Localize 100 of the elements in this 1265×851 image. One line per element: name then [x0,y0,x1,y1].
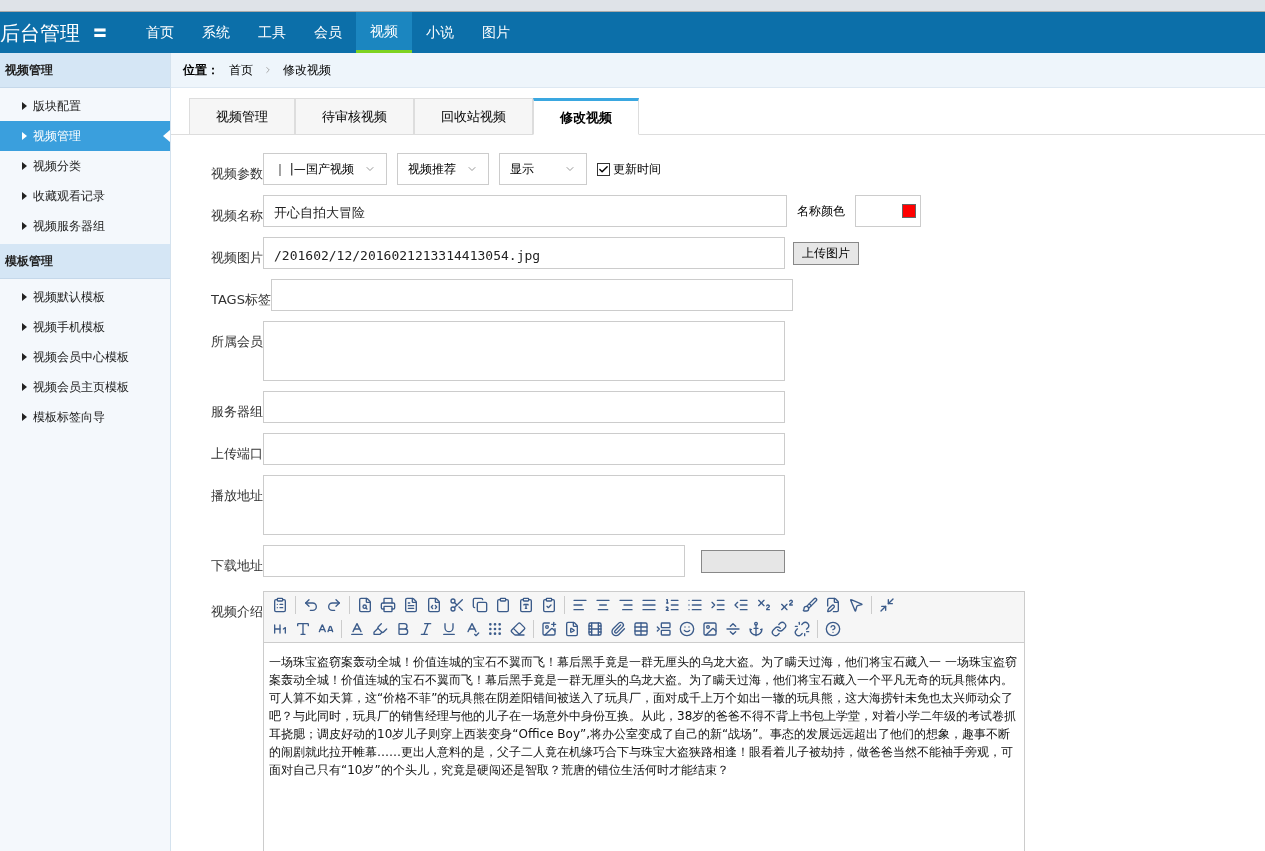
input-field[interactable] [263,321,785,381]
tab[interactable]: 待审核视频 [295,98,414,135]
paste-word-icon[interactable] [541,597,557,613]
field-label: 上传端口 [211,446,263,461]
input-field[interactable]: 开心自拍大冒险 [263,195,787,227]
input-field[interactable] [263,475,785,535]
caret-icon [22,222,27,230]
italic-icon[interactable] [418,621,434,637]
align-right-icon[interactable] [618,597,634,613]
paste-text-icon[interactable] [518,597,534,613]
color-picker[interactable] [855,195,921,227]
nav-tab[interactable]: 首页 [132,12,188,53]
field-label: 视频介绍 [211,604,263,619]
spellcheck-icon[interactable] [464,621,480,637]
code-icon[interactable] [426,597,442,613]
pointer-icon[interactable] [848,597,864,613]
image-icon[interactable] [541,621,557,637]
underline-icon[interactable] [441,621,457,637]
breadcrumb-link[interactable]: 首页 [229,61,253,79]
sidebar-item[interactable]: 视频服务器组 [0,211,170,241]
field-label: 服务器组 [211,404,263,419]
sidebar-item[interactable]: 收藏观看记录 [0,181,170,211]
menu-toggle[interactable]: 〓 [92,20,132,45]
smiley-icon[interactable] [679,621,695,637]
nav-tab[interactable]: 系统 [188,12,244,53]
numbered-list-icon[interactable] [664,597,680,613]
nav-tab[interactable]: 小说 [412,12,468,53]
highlight-icon[interactable] [372,621,388,637]
superscript-icon[interactable] [779,597,795,613]
page-break-icon[interactable] [725,621,741,637]
paste-icon[interactable] [272,597,288,613]
cut-icon[interactable] [449,597,465,613]
picture-icon[interactable] [702,621,718,637]
dropdown[interactable]: ｜ |—国产视频 [263,153,387,185]
media-icon[interactable] [587,621,603,637]
caret-icon [22,413,27,421]
table-icon[interactable] [633,621,649,637]
tab[interactable]: 修改视频 [533,98,639,135]
sidebar-item[interactable]: 视频默认模板 [0,282,170,312]
nav-tab[interactable]: 图片 [468,12,524,53]
outdent-icon[interactable] [733,597,749,613]
sidebar-item[interactable]: 视频手机模板 [0,312,170,342]
unlink-icon[interactable] [794,621,810,637]
input-field[interactable] [270,279,793,311]
font-icon[interactable] [295,621,311,637]
breadcrumb-link[interactable]: 修改视频 [283,61,331,79]
sidebar-item[interactable]: 版块配置 [0,91,170,121]
undo-icon[interactable] [303,597,319,613]
field-label: 视频名称 [211,208,263,223]
input-field[interactable] [263,545,685,577]
preview-icon[interactable] [357,597,373,613]
insert-row-icon[interactable] [656,621,672,637]
bold-icon[interactable] [395,621,411,637]
sidebar-item-label: 收藏观看记录 [33,188,105,205]
help-icon[interactable] [825,621,841,637]
align-left-icon[interactable] [572,597,588,613]
caret-icon [22,102,27,110]
indent-icon[interactable] [710,597,726,613]
dropdown[interactable]: 视频推荐 [396,153,489,185]
sidebar-item[interactable]: 模板标签向导 [0,402,170,432]
input-field[interactable] [263,391,785,423]
print-icon[interactable] [380,597,396,613]
editor-text[interactable]: 一场珠宝盗窃案轰动全城！价值连城的宝石不翼而飞！幕后黑手竟是一群无厘头的乌龙大盗。为了瞒天过海，他们将宝石藏入一 一场珠宝盗窃案轰动全城！价值连城的宝石不翼而飞！幕后黑手竟是一群无厘头的乌龙大盗。为了瞒天过海，他们将宝石藏入一个平凡无奇的玩具熊体内。可人算不如天算，这“价格不菲”的玩具熊在阴差阳错间被送入了玩具厂，面对成千上万个如出一辙的玩具熊，这大海捞针未免也太兴师动众了吧？与此同时，玩具厂的销售经理与他的儿子在一场意外中身份互换。从此，38岁的爸爸不得不背上书包上学堂，对着小学二年级的考试卷抓耳挠腮；调皮好动的10岁儿子则穿上西装变身“Office Boy”,将办公室变成了自己的新“战场”。事态的发展远远超出了他们的想象，趣事不断的闹剧就此拉开帷幕……更出人意料的是，父子二人竟在机缘巧合下与珠宝大盗狭路相逢！眼看着儿子被劫持，做爸爸当然不能袖手旁观，可面对自己只有“10岁”的个头儿，究竟是硬闯还是智取？荒唐的错位生活何时才能结束？ [264,643,1024,789]
input-field[interactable]: /201602/12/2016021213314413054.jpg [263,237,785,269]
fullscreen-icon[interactable] [879,597,895,613]
sidebar-item[interactable]: 视频会员主页模板 [0,372,170,402]
field-label: 所属会员 [211,334,263,349]
font-color-icon[interactable] [349,621,365,637]
redo-icon[interactable] [326,597,342,613]
paste-icon[interactable] [495,597,511,613]
checkbox[interactable] [596,162,610,176]
dropdown[interactable]: 显示 [498,153,587,185]
input-field[interactable] [263,433,785,465]
edit-icon[interactable] [825,597,841,613]
heading-icon[interactable] [272,621,288,637]
paperclip-icon[interactable] [610,621,626,637]
bullet-list-icon[interactable] [687,597,703,613]
sidebar-item[interactable]: 视频分类 [0,151,170,181]
field-label: 名称颜色 [797,203,845,220]
nav-tab[interactable]: 工具 [244,12,300,53]
tab[interactable]: 回收站视频 [414,98,533,135]
eraser-icon[interactable] [510,621,526,637]
align-justify-icon[interactable] [641,597,657,613]
nav-tab[interactable]: 视频 [356,12,412,53]
link-icon[interactable] [771,621,787,637]
tab[interactable]: 视频管理 [189,98,295,135]
copy-icon[interactable] [472,597,488,613]
field-label: 视频图片 [211,250,263,265]
grid-icon[interactable] [487,621,503,637]
action-button[interactable] [701,549,785,573]
subscript-icon[interactable] [756,597,772,613]
align-center-icon[interactable] [595,597,611,613]
brush-icon[interactable] [802,597,818,613]
template-icon[interactable] [403,597,419,613]
sidebar-item[interactable]: 视频会员中心模板 [0,342,170,372]
anchor-icon[interactable] [748,621,764,637]
logo: 后台管理 [0,19,81,47]
nav-tab[interactable]: 会员 [300,12,356,53]
upload-button[interactable]: 上传图片 [793,241,859,265]
sidebar-item-label: 版块配置 [33,98,81,115]
